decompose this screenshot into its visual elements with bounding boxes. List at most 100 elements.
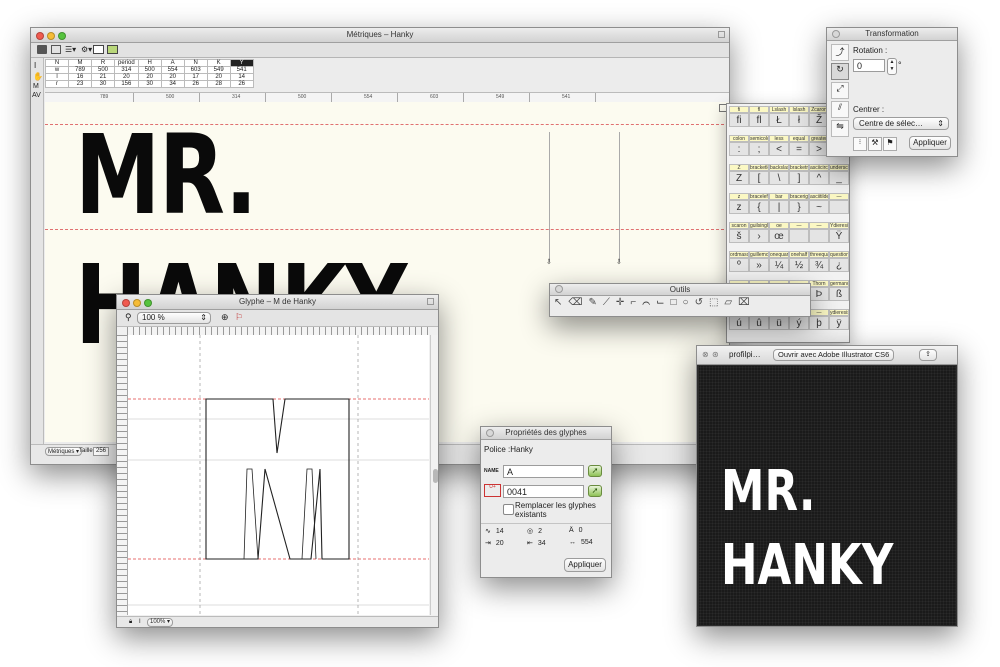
charmap-glyph-cell[interactable]: Þ: [809, 287, 829, 301]
charmap-glyph-cell[interactable]: ý: [789, 316, 809, 330]
mirror-tool-icon[interactable]: ⇋: [831, 120, 849, 137]
charmap-glyph-cell[interactable]: ¼: [769, 258, 789, 272]
center-select[interactable]: Centre de sélec… ⇕: [853, 117, 949, 130]
column-header[interactable]: H: [137, 59, 162, 67]
tangent-point-tool-icon[interactable]: ⌙: [656, 297, 670, 308]
metric-cell[interactable]: 16: [68, 73, 92, 81]
metric-cell[interactable]: 20: [160, 73, 185, 81]
close-button[interactable]: [832, 30, 840, 38]
charmap-glyph-cell[interactable]: ;: [749, 142, 769, 156]
corner-point-tool-icon[interactable]: ⌐: [630, 297, 642, 308]
charmap-glyph-cell[interactable]: û: [749, 316, 769, 330]
charmap-glyph-cell[interactable]: ú: [729, 316, 749, 330]
column-header[interactable]: period: [114, 59, 139, 67]
column-header[interactable]: Y: [229, 59, 254, 67]
fullscreen-icon[interactable]: [718, 31, 725, 38]
kerning-tool-icon[interactable]: AV: [32, 92, 43, 99]
close-button[interactable]: [555, 285, 563, 293]
add-point-tool-icon[interactable]: ✛: [616, 297, 630, 308]
unicode-input[interactable]: 0041: [503, 485, 584, 498]
charmap-glyph-cell[interactable]: =: [789, 142, 809, 156]
list-icon[interactable]: ☰▾: [65, 45, 76, 54]
charmap-glyph-cell[interactable]: |: [769, 200, 789, 214]
fullscreen-icon[interactable]: [427, 298, 434, 305]
zoom-in-icon[interactable]: ⊕: [221, 312, 229, 323]
charmap-glyph-cell[interactable]: \: [769, 171, 789, 185]
column-header[interactable]: A: [160, 59, 185, 67]
metrics-tool-icon[interactable]: M: [33, 83, 43, 90]
metric-cell[interactable]: 500: [91, 66, 115, 74]
hammer-icon[interactable]: ⚒: [868, 137, 882, 151]
search-icon[interactable]: ⚲: [125, 312, 132, 323]
text-tool-icon[interactable]: I: [139, 619, 141, 625]
column-header[interactable]: K: [206, 59, 231, 67]
rectangle-tool-icon[interactable]: □: [670, 297, 682, 308]
zoom-button[interactable]: [58, 32, 66, 40]
charmap-glyph-cell[interactable]: ÿ: [829, 316, 849, 330]
charmap-glyph-cell[interactable]: Ł: [769, 113, 789, 127]
eraser-tool-icon[interactable]: ⌫: [568, 297, 588, 308]
pointer-tool-icon[interactable]: ↖: [554, 297, 568, 308]
rotate-tool-icon[interactable]: ↻: [831, 63, 849, 80]
close-button[interactable]: [486, 429, 494, 437]
baseline-marker-icon[interactable]: ⇩: [616, 258, 622, 266]
metric-cell[interactable]: 20: [114, 73, 139, 81]
knife-tool-icon[interactable]: ⌧: [738, 297, 756, 308]
metric-cell[interactable]: 156: [114, 80, 139, 88]
open-with-illustrator-button[interactable]: Ouvrir avec Adobe Illustrator CS6: [773, 349, 895, 361]
charmap-glyph-cell[interactable]: ü: [769, 316, 789, 330]
charmap-glyph-cell[interactable]: ¿: [829, 258, 849, 272]
charmap-glyph-cell[interactable]: ﬂ: [749, 113, 769, 127]
metric-cell[interactable]: 20: [206, 73, 231, 81]
split-view-icon[interactable]: [107, 45, 118, 54]
close-button[interactable]: [122, 299, 130, 307]
charmap-glyph-cell[interactable]: ~: [809, 200, 829, 214]
properties-apply-button[interactable]: Appliquer: [564, 558, 606, 572]
metric-cell[interactable]: 500: [137, 66, 162, 74]
metric-cell[interactable]: 554: [160, 66, 185, 74]
charmap-glyph-cell[interactable]: [809, 229, 829, 243]
charmap-glyph-cell[interactable]: :: [729, 142, 749, 156]
properties-title-bar[interactable]: Propriétés des glyphes: [481, 427, 611, 440]
charmap-glyph-cell[interactable]: z: [729, 200, 749, 214]
fullscreen-toggle-icon[interactable]: ⊛: [712, 346, 719, 364]
close-button[interactable]: [36, 32, 44, 40]
charmap-glyph-cell[interactable]: ﬁ: [729, 113, 749, 127]
rotate-tool-icon[interactable]: ↺: [695, 297, 709, 308]
bottom-zoom-select[interactable]: 100% ▾: [147, 618, 174, 627]
charmap-glyph-cell[interactable]: Ÿ: [829, 229, 849, 243]
metric-cell[interactable]: 789: [68, 66, 92, 74]
pencil-tool-icon[interactable]: ✎: [589, 297, 603, 308]
charmap-glyph-cell[interactable]: Z: [729, 171, 749, 185]
charmap-glyph-cell[interactable]: ł: [789, 113, 809, 127]
metric-cell[interactable]: 30: [137, 80, 162, 88]
baseline-marker-icon[interactable]: ⇩: [546, 258, 552, 266]
metric-cell[interactable]: 541: [229, 66, 254, 74]
metric-cell[interactable]: 28: [206, 80, 231, 88]
scale-tool-icon[interactable]: ⤢: [831, 82, 849, 99]
charmap-glyph-cell[interactable]: }: [789, 200, 809, 214]
glyph-scrollbar[interactable]: [430, 335, 438, 615]
charmap-glyph-cell[interactable]: ›: [749, 229, 769, 243]
apply-unicode-button[interactable]: ➚: [588, 485, 602, 497]
metric-cell[interactable]: 26: [183, 80, 208, 88]
charmap-glyph-cell[interactable]: þ: [809, 316, 829, 330]
minimize-button[interactable]: [133, 299, 141, 307]
charmap-glyph-cell[interactable]: œ: [769, 229, 789, 243]
metric-cell[interactable]: 23: [68, 80, 92, 88]
charmap-glyph-cell[interactable]: ß: [829, 287, 849, 301]
metric-cell[interactable]: 34: [160, 80, 185, 88]
quicklook-title-bar[interactable]: ⊗ ⊛ profilpi… Ouvrir avec Adobe Illustra…: [697, 346, 957, 365]
charmap-glyph-cell[interactable]: ¾: [809, 258, 829, 272]
glyph-canvas[interactable]: [128, 335, 429, 615]
minimize-button[interactable]: [47, 32, 55, 40]
pin-icon[interactable]: ⚑: [883, 137, 897, 151]
zoom-select[interactable]: 100 % ⇕: [137, 312, 211, 324]
metric-cell[interactable]: 603: [183, 66, 208, 74]
glyph-title-bar[interactable]: Glyphe – M de Hanky: [117, 295, 438, 310]
size-field[interactable]: 256: [93, 447, 110, 456]
metrics-title-bar[interactable]: Métriques – Hanky: [31, 28, 729, 43]
transformation-title-bar[interactable]: Transformation: [827, 28, 957, 41]
rotation-input[interactable]: 0: [853, 59, 885, 72]
skew-tool-icon[interactable]: ▱: [724, 297, 738, 308]
